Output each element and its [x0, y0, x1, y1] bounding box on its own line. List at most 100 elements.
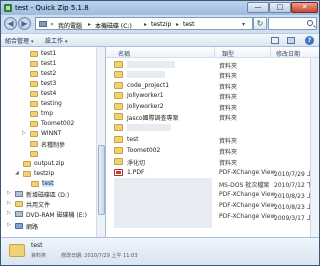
- file-row[interactable]: [106, 122, 319, 132]
- minimize-button[interactable]: —: [247, 2, 269, 13]
- file-row[interactable]: PDF-XChange View 2009/3/17 上午: [106, 211, 319, 222]
- folder-icon: [30, 81, 38, 87]
- folder-icon: [30, 91, 38, 97]
- organize-menu[interactable]: 組合管理 ▾: [5, 36, 33, 45]
- folder-icon: [114, 103, 123, 110]
- details-type: 資料夾: [31, 253, 47, 259]
- pdf-file-icon: [114, 169, 123, 176]
- preview-pane-icon: [287, 37, 295, 44]
- refresh-button[interactable]: ↻: [253, 17, 267, 30]
- folder-icon: [30, 61, 38, 67]
- folder-icon: [114, 61, 123, 68]
- maximize-button[interactable]: □: [269, 2, 291, 13]
- tools-menu[interactable]: 設工作 ▾: [45, 36, 67, 45]
- computer-icon: [39, 21, 47, 27]
- file-row[interactable]: 1.PDF PDF-XChange View 2010/7/29 上午: [106, 167, 319, 178]
- change-view-button[interactable]: [269, 36, 283, 45]
- details-date: 修改日期: 2010/7/29 上午 11:03: [61, 253, 138, 259]
- file-row[interactable]: PDF-XChange View 2010/8/23 上午: [106, 200, 319, 211]
- file-row[interactable]: 資料夾: [106, 59, 319, 70]
- file-row[interactable]: 淨化切 資料夾: [106, 156, 319, 167]
- column-type[interactable]: 類型: [222, 49, 234, 58]
- title-bar[interactable]: test - Quick Zip 5.1.8 — □ ✕: [1, 1, 319, 15]
- folder-icon: [30, 71, 38, 77]
- expand-arrow-icon[interactable]: ▷: [7, 200, 11, 206]
- content-scrollbar[interactable]: [310, 58, 319, 237]
- folder-icon: [114, 136, 123, 143]
- breadcrumb-local-disk[interactable]: 本機磁碟 (C:): [95, 21, 132, 30]
- folder-icon: [9, 244, 25, 257]
- details-pane: test 資料夾 修改日期: 2010/7/29 上午 11:03: [1, 237, 319, 265]
- preview-pane-button[interactable]: [285, 36, 299, 45]
- file-row[interactable]: PDF-XChange View 2010/8/23 上午: [106, 189, 319, 200]
- expand-arrow-icon[interactable]: ▷: [7, 190, 11, 196]
- folder-icon: [30, 111, 38, 117]
- file-list-pane: 名稱 類型 修改日期 資料夾 資料夾 code_project1 資料夾 Joll…: [106, 47, 319, 237]
- address-dropdown-icon[interactable]: ▾: [242, 21, 245, 28]
- breadcrumb-overflow[interactable]: «: [50, 21, 54, 28]
- folder-icon: [15, 201, 23, 207]
- redacted-name: [127, 124, 171, 131]
- folder-icon: [30, 141, 38, 147]
- expand-arrow-icon[interactable]: ▷: [7, 210, 11, 216]
- chevron-down-icon: ▾: [30, 39, 34, 45]
- quick-zip-app-icon: [4, 4, 12, 12]
- file-row[interactable]: MS-DOS 批次檔案 2010/7/12 下午: [106, 178, 319, 189]
- collapse-arrow-icon[interactable]: ◢: [15, 170, 19, 176]
- folder-icon: [114, 124, 123, 131]
- folder-icon: [30, 151, 38, 157]
- expand-arrow-icon[interactable]: ▷: [22, 130, 26, 136]
- folder-icon: [114, 113, 123, 120]
- quick-zip-window: test - Quick Zip 5.1.8 — □ ✕ ◀ ▶ « 我的電腦 …: [0, 0, 320, 266]
- folder-icon: [114, 158, 123, 165]
- search-icon: [307, 20, 313, 26]
- column-name[interactable]: 名稱: [118, 49, 130, 58]
- file-row[interactable]: Jollyworker1 資料夾: [106, 90, 319, 101]
- folder-icon: [30, 121, 38, 127]
- folder-icon: [30, 131, 38, 137]
- forward-button[interactable]: ▶: [18, 17, 31, 30]
- folder-icon: [30, 51, 38, 57]
- folder-icon: [31, 181, 39, 187]
- window-title: test - Quick Zip 5.1.8: [15, 4, 89, 12]
- breadcrumb-my-computer[interactable]: 我的電腦: [58, 21, 82, 30]
- column-header: 名稱 類型 修改日期: [106, 47, 319, 58]
- redacted-name: [127, 61, 175, 68]
- breadcrumb-separator[interactable]: ▸: [144, 21, 147, 28]
- dvd-drive-icon: [15, 211, 23, 217]
- file-row[interactable]: code_project1 資料夾: [106, 80, 319, 91]
- tools-label: 設工作: [45, 38, 64, 45]
- folder-icon: [114, 82, 123, 89]
- organize-label: 組合管理: [5, 38, 30, 45]
- breadcrumb-testzip[interactable]: testzip: [151, 21, 171, 28]
- drive-icon: [15, 191, 23, 197]
- expand-arrow-icon[interactable]: ▷: [7, 222, 11, 228]
- column-divider[interactable]: [270, 47, 271, 58]
- nav-scrollbar-thumb[interactable]: [98, 145, 105, 215]
- details-name: test: [31, 242, 43, 249]
- folder-icon: [23, 161, 31, 167]
- column-date[interactable]: 修改日期: [276, 49, 300, 58]
- address-bar[interactable]: « 我的電腦 ▸ 本機磁碟 (C:) ▸ testzip ▸ test ▾: [35, 17, 253, 30]
- column-divider[interactable]: [214, 47, 215, 58]
- file-row[interactable]: Jasco國際調查專案 資料夾: [106, 111, 319, 122]
- breadcrumb-test[interactable]: test: [183, 21, 195, 28]
- folder-icon: [114, 71, 123, 78]
- view-icon: [271, 37, 279, 44]
- folder-icon: [114, 147, 123, 154]
- help-icon[interactable]: ?: [305, 36, 314, 45]
- nav-scrollbar[interactable]: [96, 47, 105, 237]
- file-row[interactable]: 資料夾: [106, 69, 319, 80]
- file-row[interactable]: test 資料夾: [106, 134, 319, 145]
- search-input[interactable]: [268, 17, 317, 30]
- file-row[interactable]: Jollyworker2 資料夾: [106, 101, 319, 112]
- navigation-pane: test1 test1 test2 test3 test4 testing tm…: [1, 47, 106, 237]
- folder-icon: [23, 171, 31, 177]
- breadcrumb-separator[interactable]: ▸: [88, 21, 91, 28]
- breadcrumb-separator[interactable]: ▸: [176, 21, 179, 28]
- file-row[interactable]: Toomet002 資料夾: [106, 145, 319, 156]
- back-button[interactable]: ◀: [4, 17, 17, 30]
- close-button[interactable]: ✕: [291, 2, 318, 13]
- command-toolbar: 組合管理 ▾ 設工作 ▾ ?: [1, 33, 319, 47]
- folder-icon: [114, 92, 123, 99]
